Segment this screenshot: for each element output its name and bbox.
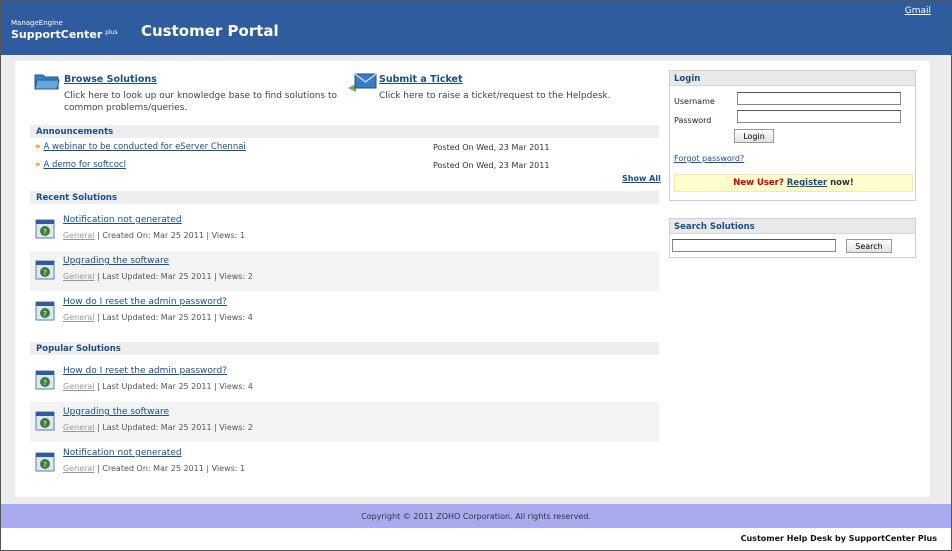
logo-vendor-text: ManageEngine	[11, 19, 63, 27]
bullet-icon: »	[35, 142, 41, 152]
solution-meta: General | Last Updated: Mar 25 2011 | Vi…	[63, 313, 253, 322]
solution-help-icon: ?	[35, 260, 55, 280]
login-button[interactable]: Login	[734, 129, 774, 143]
solution-meta: General | Last Updated: Mar 25 2011 | Vi…	[63, 382, 253, 391]
browse-solutions-link[interactable]: Browse Solutions	[64, 74, 157, 85]
search-panel: Search Solutions Search	[669, 218, 916, 258]
forgot-password-link[interactable]: Forgot password?	[674, 154, 744, 163]
submit-ticket-link[interactable]: Submit a Ticket	[379, 74, 463, 85]
logo[interactable]: SupportCenter plus	[11, 28, 118, 41]
solution-row: ? How do I reset the admin password? Gen…	[30, 292, 659, 332]
search-button[interactable]: Search	[846, 239, 892, 253]
new-user-text: New User?	[733, 178, 784, 188]
login-panel: Login Username Password Login Forgot pas…	[669, 70, 916, 201]
category-link[interactable]: General	[63, 464, 95, 473]
logo-product-text: SupportCenter	[11, 28, 103, 41]
footer-credit: Customer Help Desk by SupportCenter Plus	[740, 534, 937, 543]
password-input[interactable]	[737, 110, 901, 123]
search-input[interactable]	[672, 239, 836, 252]
username-input[interactable]	[737, 92, 901, 105]
svg-text:?: ?	[43, 269, 47, 277]
solution-meta-text: | Last Updated: Mar 25 2011 | Views: 4	[94, 382, 253, 391]
announcement-item: » A webinar to be conducted for eServer C…	[35, 142, 246, 152]
submit-ticket-description: Click here to raise a ticket/request to …	[379, 91, 611, 101]
solution-meta-text: | Created On: Mar 25 2011 | Views: 1	[94, 464, 246, 473]
footer-bar: Copyright © 2011 ZOHO Corporation. All r…	[1, 504, 951, 528]
announcement-link[interactable]: A demo for softcocl	[44, 160, 126, 170]
svg-text:?: ?	[43, 461, 47, 469]
solution-help-icon: ?	[35, 452, 55, 472]
solution-meta: General | Last Updated: Mar 25 2011 | Vi…	[63, 272, 253, 281]
recent-solutions-heading: Recent Solutions	[30, 191, 659, 204]
popular-solutions-heading: Popular Solutions	[30, 342, 659, 355]
page-title: Customer Portal	[141, 22, 279, 40]
svg-text:?: ?	[43, 228, 47, 236]
svg-text:?: ?	[43, 420, 47, 428]
browse-desc-line1: Click here to look up our knowledge base…	[64, 91, 338, 101]
solution-title-link[interactable]: Notification not generated	[63, 448, 182, 458]
solution-help-icon: ?	[35, 370, 55, 390]
folder-icon[interactable]	[34, 71, 60, 91]
browse-solutions-description: Click here to look up our knowledge base…	[64, 90, 337, 114]
solution-meta-text: | Created On: Mar 25 2011 | Views: 1	[94, 231, 246, 240]
search-heading: Search Solutions	[670, 219, 915, 234]
solution-meta-text: | Last Updated: Mar 25 2011 | Views: 4	[94, 313, 253, 322]
username-label: Username	[674, 97, 715, 106]
svg-text:?: ?	[43, 379, 47, 387]
category-link[interactable]: General	[63, 313, 95, 322]
announcement-item: » A demo for softcocl	[35, 160, 126, 170]
announcement-date: Posted On Wed, 23 Mar 2011	[433, 161, 550, 170]
browse-desc-line2: common problems/queries.	[64, 103, 188, 113]
solution-meta: General | Created On: Mar 25 2011 | View…	[63, 464, 245, 473]
login-heading: Login	[670, 71, 915, 86]
category-link[interactable]: General	[63, 231, 95, 240]
solution-row: ? Notification not generated General | C…	[30, 443, 659, 483]
gmail-link[interactable]: Gmail	[905, 6, 931, 16]
solution-meta-text: | Last Updated: Mar 25 2011 | Views: 2	[94, 423, 253, 432]
solution-help-icon: ?	[35, 219, 55, 239]
password-label: Password	[674, 116, 712, 125]
svg-text:?: ?	[43, 310, 47, 318]
category-link[interactable]: General	[63, 272, 95, 281]
announcements-heading: Announcements	[30, 125, 659, 138]
solution-row: ? Upgrading the software General | Last …	[30, 402, 659, 442]
solution-meta: General | Created On: Mar 25 2011 | View…	[63, 231, 245, 240]
solution-help-icon: ?	[35, 411, 55, 431]
bullet-icon: »	[35, 160, 41, 170]
new-user-tail-text: now!	[830, 178, 854, 188]
new-user-banner: New User? Register now!	[674, 174, 913, 192]
register-link[interactable]: Register	[787, 178, 827, 188]
solution-meta: General | Last Updated: Mar 25 2011 | Vi…	[63, 423, 253, 432]
category-link[interactable]: General	[63, 423, 95, 432]
header-bar: ManageEngine SupportCenter plus Customer …	[1, 1, 951, 55]
solution-title-link[interactable]: Notification not generated	[63, 215, 182, 225]
solution-row: ? How do I reset the admin password? Gen…	[30, 361, 659, 401]
announcement-link[interactable]: A webinar to be conducted for eServer Ch…	[44, 142, 246, 152]
solution-help-icon: ?	[35, 301, 55, 321]
solution-row: ? Upgrading the software General | Last …	[30, 251, 659, 291]
solution-title-link[interactable]: Upgrading the software	[63, 256, 169, 266]
solution-title-link[interactable]: Upgrading the software	[63, 407, 169, 417]
copyright-text: Copyright © 2011 ZOHO Corporation. All r…	[361, 512, 591, 521]
solution-title-link[interactable]: How do I reset the admin password?	[63, 297, 227, 307]
category-link[interactable]: General	[63, 382, 95, 391]
announcement-date: Posted On Wed, 23 Mar 2011	[433, 143, 550, 152]
show-all-link[interactable]: Show All	[622, 174, 661, 183]
envelope-icon[interactable]	[346, 71, 378, 95]
solution-meta-text: | Last Updated: Mar 25 2011 | Views: 2	[94, 272, 253, 281]
solution-row: ? Notification not generated General | C…	[30, 210, 659, 250]
logo-plus-text: plus	[105, 29, 118, 36]
solution-title-link[interactable]: How do I reset the admin password?	[63, 366, 227, 376]
